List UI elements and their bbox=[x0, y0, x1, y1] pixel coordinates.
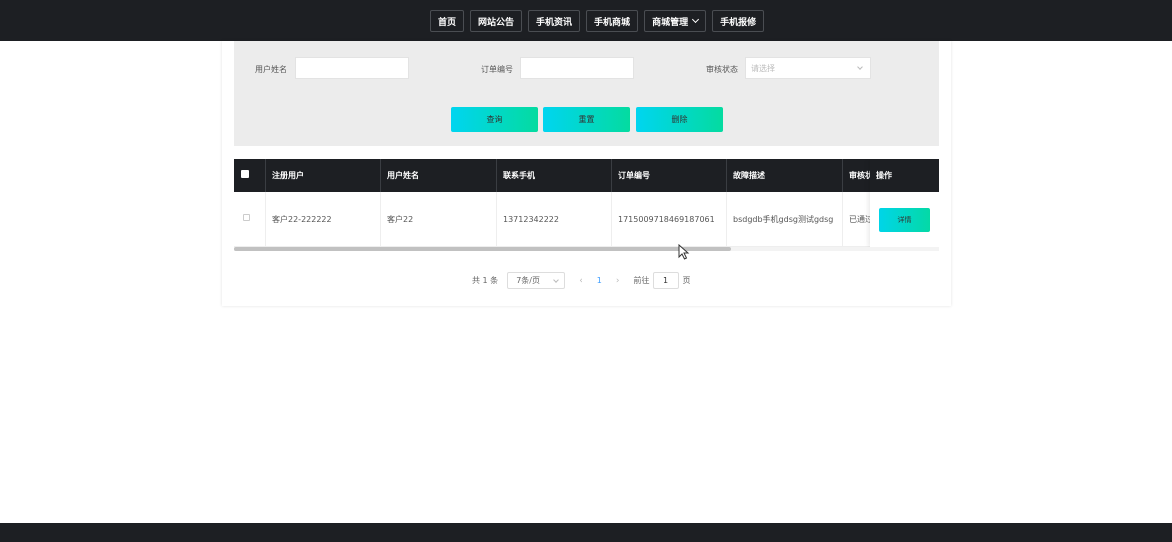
header-actions: 操作 bbox=[870, 159, 939, 192]
chevron-down-icon bbox=[692, 15, 700, 24]
header-fault: 故障描述 bbox=[727, 159, 843, 192]
goto-page-input[interactable]: 1 bbox=[652, 272, 679, 289]
cell-fault: bsdgdb手机gdsg测试gdsg bbox=[727, 192, 843, 247]
orders-table: 注册用户 用户姓名 联系手机 订单编号 故障描述 审核状 客户22-222222… bbox=[234, 159, 939, 251]
nav-home[interactable]: 首页 bbox=[430, 10, 465, 32]
scrollbar-thumb[interactable] bbox=[234, 247, 731, 251]
row-select-cell bbox=[234, 192, 266, 247]
row-checkbox[interactable] bbox=[243, 214, 250, 221]
nav-phone-news[interactable]: 手机资讯 bbox=[528, 10, 581, 32]
cell-order-number: 1715009718469187061 bbox=[612, 192, 727, 247]
nav-phone-repair-label: 手机报修 bbox=[720, 17, 757, 28]
nav-announcements[interactable]: 网站公告 bbox=[470, 10, 523, 32]
username-input[interactable] bbox=[295, 57, 409, 79]
page-unit-label: 页 bbox=[682, 276, 691, 285]
nav-mall-management-label: 商城管理 bbox=[652, 17, 689, 28]
select-all-checkbox[interactable] bbox=[241, 170, 249, 178]
table-row: 客户22-222222 客户22 13712342222 17150097184… bbox=[234, 192, 939, 247]
mouse-cursor-icon bbox=[678, 244, 690, 260]
cell-phone: 13712342222 bbox=[497, 192, 612, 247]
cell-name: 客户22 bbox=[381, 192, 497, 247]
order-number-label: 订单编号 bbox=[481, 65, 513, 74]
header-order-number: 订单编号 bbox=[612, 159, 727, 192]
review-status-select[interactable]: 请选择 bbox=[745, 57, 871, 79]
nav-announcements-label: 网站公告 bbox=[478, 17, 515, 28]
chevron-down-icon bbox=[553, 277, 560, 283]
chevron-down-icon bbox=[857, 64, 863, 70]
delete-button[interactable]: 删除 bbox=[636, 107, 723, 132]
nav-home-label: 首页 bbox=[438, 17, 457, 28]
nav-phone-mall-label: 手机商城 bbox=[594, 17, 631, 28]
header-phone: 联系手机 bbox=[497, 159, 612, 192]
page-size-select[interactable]: 7条/页 bbox=[507, 272, 566, 289]
page-number[interactable]: 1 bbox=[597, 276, 602, 285]
order-number-input[interactable] bbox=[520, 57, 634, 79]
cell-reg-user: 客户22-222222 bbox=[266, 192, 381, 247]
nav-phone-news-label: 手机资讯 bbox=[536, 17, 573, 28]
search-button[interactable]: 查询 bbox=[451, 107, 538, 132]
pagination: 共 1 条 7条/页 ‹ 1 › 前往 1 页 bbox=[472, 272, 691, 289]
detail-button[interactable]: 详情 bbox=[879, 208, 930, 232]
goto-label: 前往 bbox=[633, 276, 650, 285]
review-status-placeholder: 请选择 bbox=[751, 63, 775, 73]
header-select-cell bbox=[234, 159, 266, 192]
nav-mall-management[interactable]: 商城管理 bbox=[644, 10, 707, 32]
pagination-total: 共 1 条 bbox=[472, 276, 499, 285]
header-name: 用户姓名 bbox=[381, 159, 497, 192]
main-nav: 首页 网站公告 手机资讯 手机商城 商城管理 手机报修 bbox=[430, 10, 765, 32]
prev-page-icon[interactable]: ‹ bbox=[579, 276, 583, 286]
username-label: 用户姓名 bbox=[255, 65, 287, 74]
table-header: 注册用户 用户姓名 联系手机 订单编号 故障描述 审核状 bbox=[234, 159, 939, 192]
horizontal-scrollbar[interactable] bbox=[234, 247, 939, 251]
footer-bar bbox=[0, 523, 1172, 542]
nav-phone-repair[interactable]: 手机报修 bbox=[712, 10, 765, 32]
fixed-action-column: 操作 详情 bbox=[870, 159, 939, 247]
nav-phone-mall[interactable]: 手机商城 bbox=[586, 10, 639, 32]
next-page-icon[interactable]: › bbox=[616, 276, 620, 286]
header-reg-user: 注册用户 bbox=[266, 159, 381, 192]
page-size-value: 7条/页 bbox=[516, 276, 540, 285]
top-navbar: 首页 网站公告 手机资讯 手机商城 商城管理 手机报修 bbox=[0, 0, 1172, 41]
review-status-label: 审核状态 bbox=[706, 65, 738, 74]
reset-button[interactable]: 重置 bbox=[543, 107, 630, 132]
